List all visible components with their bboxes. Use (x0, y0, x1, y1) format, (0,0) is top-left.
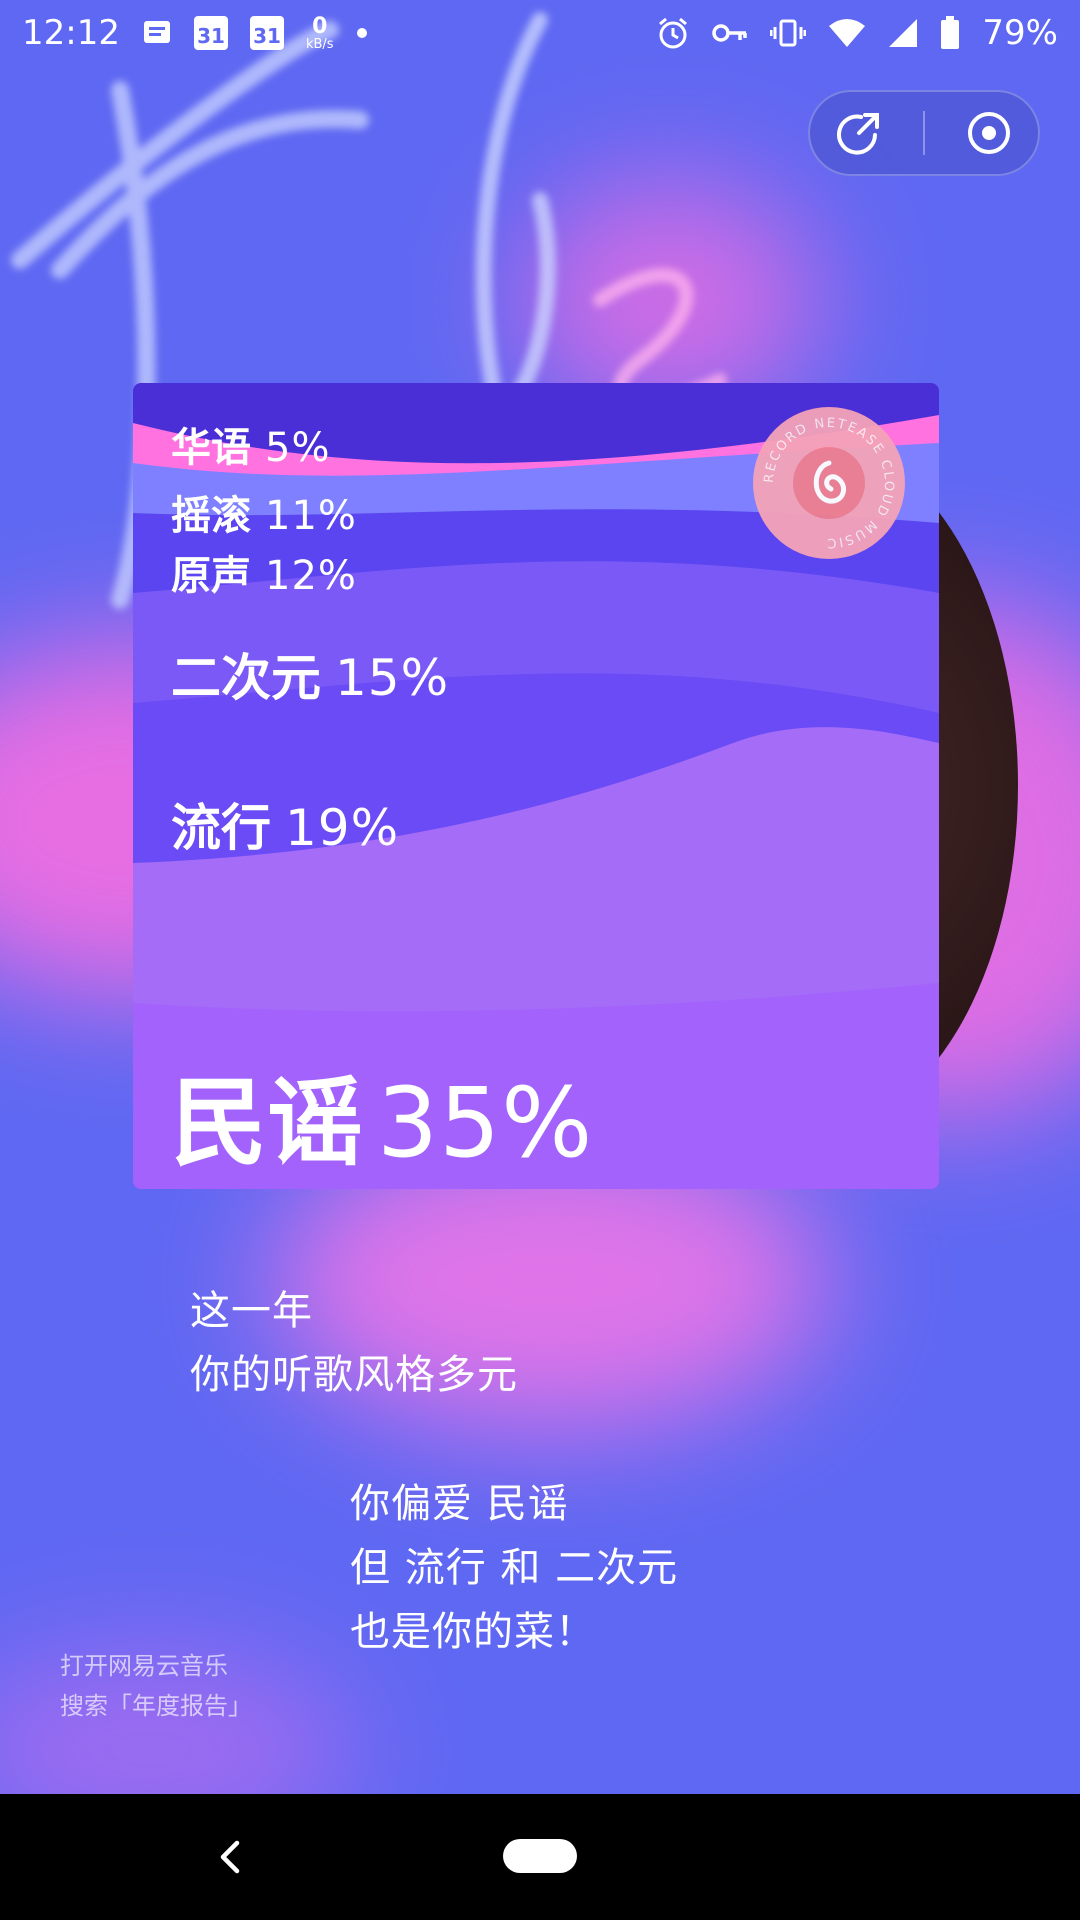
signal-icon (888, 18, 918, 48)
hint-line: 打开网易云音乐 (60, 1652, 228, 1680)
close-mini-button[interactable] (954, 98, 1024, 168)
home-pill-button[interactable] (503, 1839, 577, 1873)
genre-label: 摇滚 11% (171, 493, 357, 539)
navigation-bar (0, 1794, 1080, 1920)
back-button[interactable] (205, 1832, 255, 1882)
genre-label: 华语 5% (171, 425, 331, 471)
status-bar: 12:12 31 31 0 kB/s 79% (0, 0, 1080, 66)
calendar-icon: 31 (193, 16, 228, 50)
capsule-divider (922, 111, 925, 155)
clock: 12:12 (22, 13, 120, 53)
summary-line: 你的听歌风格多元 (190, 1352, 518, 1398)
net-speed: 0 kB/s (305, 13, 334, 52)
genre-report-card: 华语 5% 摇滚 11% 原声 12% 二次元 15% 流行 19% 民谣 35% RECO… (133, 383, 939, 1189)
summary-intro: 这一年 你的听歌风格多元 (190, 1279, 518, 1407)
genre-label: 二次元 15% (171, 649, 450, 707)
genre-label: 流行 19% (171, 799, 400, 857)
record-target-icon (967, 112, 1010, 154)
battery-icon (940, 16, 960, 50)
summary-line: 这一年 (190, 1288, 313, 1334)
battery-percent: 79% (982, 13, 1058, 53)
genre-label: 原声 12% (171, 553, 357, 599)
back-arrow-icon (220, 1840, 240, 1874)
share-icon (837, 113, 880, 155)
dot-icon (356, 27, 368, 39)
top-capsule (808, 90, 1040, 176)
vibrate-icon (770, 18, 807, 48)
summary-line: 也是你的菜！ (350, 1609, 596, 1655)
summary-line: 但 流行 和 二次元 (350, 1545, 679, 1591)
message-icon (142, 19, 172, 47)
vpn-key-icon (712, 21, 748, 45)
summary-line: 你偏爱 民谣 (350, 1481, 569, 1527)
netease-logo-icon: RECORD NETEASE CLOUD MUSIC (762, 416, 894, 550)
app-search-hint: 打开网易云音乐 搜索「年度报告」 (60, 1646, 252, 1726)
genre-label-top: 民谣 35% (171, 1067, 594, 1179)
hint-line: 搜索「年度报告」 (60, 1692, 252, 1720)
summary-preference: 你偏爱 民谣 但 流行 和 二次元 也是你的菜！ (350, 1472, 678, 1664)
alarm-icon (656, 16, 690, 50)
wifi-icon (828, 18, 866, 48)
share-button[interactable] (824, 98, 894, 168)
netease-record-badge: RECORD NETEASE CLOUD MUSIC (753, 407, 905, 559)
calendar-icon: 31 (249, 16, 284, 50)
